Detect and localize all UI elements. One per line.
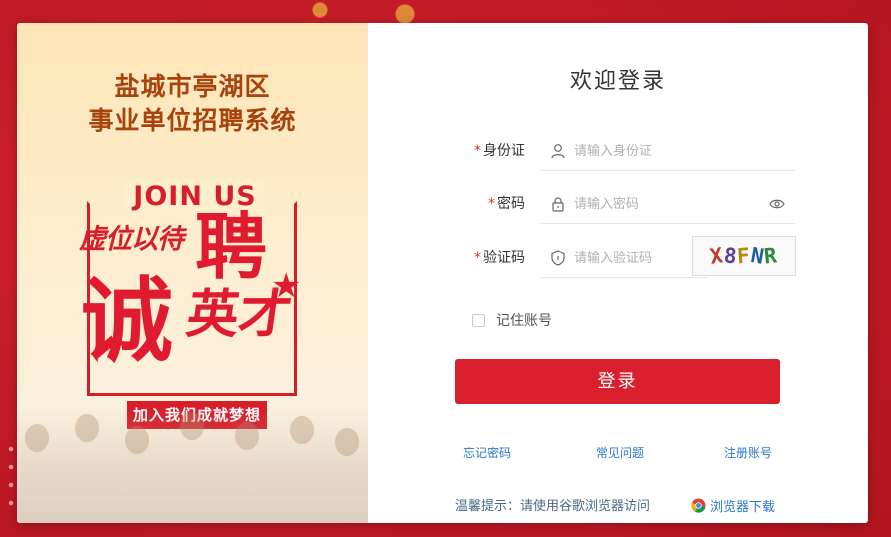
shield-icon (551, 250, 565, 266)
remember-account[interactable]: 记住账号 (472, 310, 552, 330)
login-form: 欢迎登录 *身份证 *密码 (368, 23, 868, 523)
required-mark: * (474, 143, 481, 159)
recruitment-poster: JOIN US 虚位以待 聘 ★ 诚 英才 加入我们成就梦想 (75, 181, 315, 429)
id-card-field (540, 131, 795, 171)
lock-icon (552, 197, 564, 212)
forgot-password-link[interactable]: 忘记密码 (463, 444, 511, 461)
poster-yingcai: 英才 (182, 285, 296, 345)
chrome-icon (691, 497, 706, 513)
faq-link[interactable]: 常见问题 (596, 444, 644, 461)
helper-links: 忘记密码 常见问题 注册账号 (463, 444, 788, 462)
password-input[interactable] (574, 184, 764, 224)
poster-char-cheng: 诚 (81, 268, 174, 375)
crowd-silhouette-image (17, 408, 368, 523)
required-mark: * (474, 250, 481, 266)
recruitment-banner: 盐城市亭湖区 事业单位招聘系统 JOIN US 虚位以待 聘 ★ 诚 英才 加入… (17, 23, 368, 523)
id-card-row: * 身份证 (455, 131, 797, 171)
captcha-input[interactable] (574, 238, 704, 278)
captcha-char: R (763, 243, 780, 269)
banner-title-line1: 盐城市亭湖区 (114, 72, 271, 101)
banner-title-line2: 事业单位招聘系统 (88, 106, 297, 135)
password-label: * 密码 (455, 184, 525, 224)
poster-char-pin: 聘 (195, 205, 268, 289)
form-title: 欢迎登录 (569, 69, 666, 94)
remember-checkbox[interactable] (472, 313, 485, 327)
background-dots (8, 440, 14, 510)
user-icon (551, 144, 565, 159)
browser-tip: 温馨提示：请使用谷歌浏览器访问 (455, 499, 651, 514)
browser-download-link[interactable]: 浏览器下载 (691, 496, 776, 515)
required-mark: * (488, 196, 495, 212)
captcha-image[interactable]: X 8 F N R (692, 236, 796, 276)
password-row: * 密码 (455, 184, 797, 224)
captcha-label-text: 验证码 (483, 250, 525, 266)
register-link[interactable]: 注册账号 (724, 444, 772, 461)
login-button[interactable]: 登录 (455, 359, 780, 404)
captcha-label: * 验证码 (455, 238, 525, 278)
id-card-label: * 身份证 (455, 131, 525, 171)
captcha-row: *验证码 X 8 F N R (455, 236, 797, 278)
remember-label: 记住账号 (496, 313, 552, 329)
poster-slogan: 虚位以待 (79, 224, 184, 255)
password-field (540, 184, 795, 224)
browser-download-text: 浏览器下载 (710, 499, 776, 515)
eye-icon[interactable] (769, 197, 785, 211)
password-label-text: 密码 (497, 196, 525, 212)
id-card-input[interactable] (574, 131, 764, 171)
id-card-label-text: 身份证 (483, 143, 525, 159)
captcha-field (540, 238, 708, 278)
login-card: 盐城市亭湖区 事业单位招聘系统 JOIN US 虚位以待 聘 ★ 诚 英才 加入… (17, 23, 868, 523)
